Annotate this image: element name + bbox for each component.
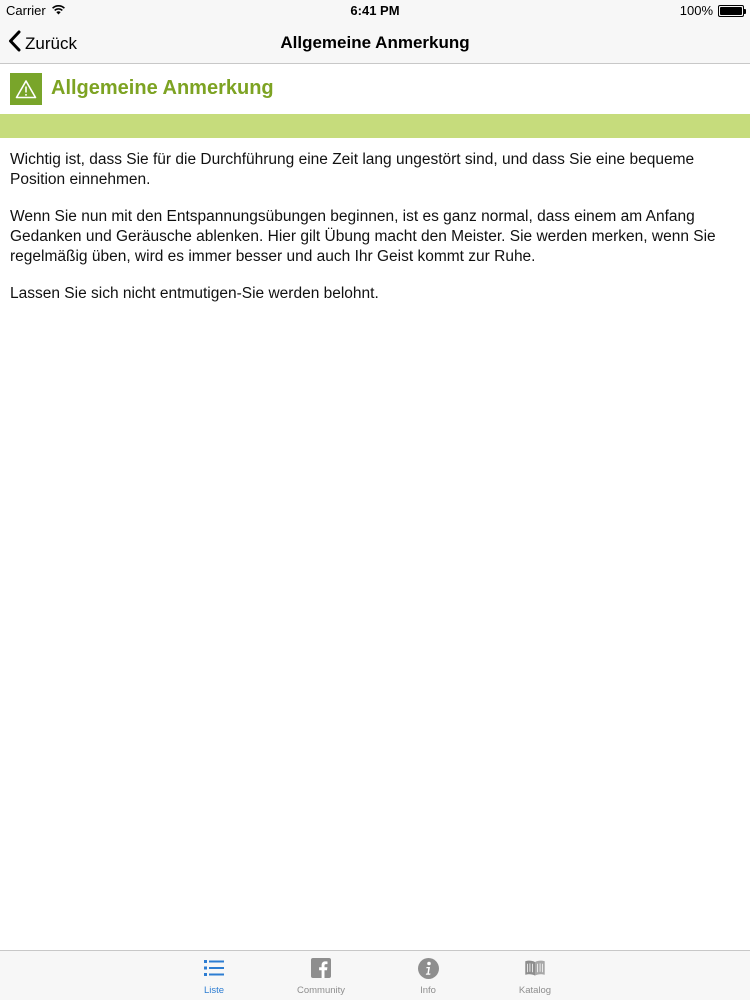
paragraph: Wenn Sie nun mit den Entspannungsübungen… bbox=[10, 208, 716, 265]
battery-icon bbox=[718, 4, 746, 17]
status-time: 6:41 PM bbox=[350, 3, 400, 18]
facebook-icon bbox=[310, 957, 332, 979]
section-divider-strip bbox=[0, 114, 750, 138]
section-title: Allgemeine Anmerkung bbox=[51, 77, 274, 99]
tab-label: Liste bbox=[203, 985, 225, 996]
paragraph: Lassen Sie sich nicht entmutigen-Sie wer… bbox=[10, 285, 379, 302]
info-icon bbox=[417, 957, 439, 979]
status-bar: Carrier 6:41 PM 100% bbox=[0, 0, 750, 22]
paragraph: Wichtig ist, dass Sie für die Durchführu… bbox=[10, 151, 695, 188]
tab-katalog[interactable]: Katalog bbox=[490, 957, 580, 996]
warning-icon bbox=[10, 73, 42, 105]
page-title: Allgemeine Anmerkung bbox=[280, 33, 470, 52]
battery-percent: 100% bbox=[679, 3, 713, 18]
battery-fill bbox=[720, 6, 742, 15]
tab-liste[interactable]: Liste bbox=[169, 957, 259, 996]
tab-label: Katalog bbox=[518, 985, 552, 996]
section-header: Allgemeine Anmerkung bbox=[0, 64, 750, 114]
tab-label: Info bbox=[420, 985, 436, 996]
tab-bar: Liste Community Info Katalog bbox=[0, 950, 750, 1000]
tab-label: Community bbox=[296, 985, 346, 996]
status-right: 100% bbox=[679, 3, 746, 18]
list-icon bbox=[203, 957, 225, 979]
book-icon bbox=[524, 957, 546, 979]
tab-community[interactable]: Community bbox=[276, 957, 366, 996]
tab-info[interactable]: Info bbox=[383, 957, 473, 996]
navigation-bar: Zurück Allgemeine Anmerkung bbox=[0, 22, 750, 64]
article-body: Wichtig ist, dass Sie für die Durchführu… bbox=[10, 150, 735, 321]
